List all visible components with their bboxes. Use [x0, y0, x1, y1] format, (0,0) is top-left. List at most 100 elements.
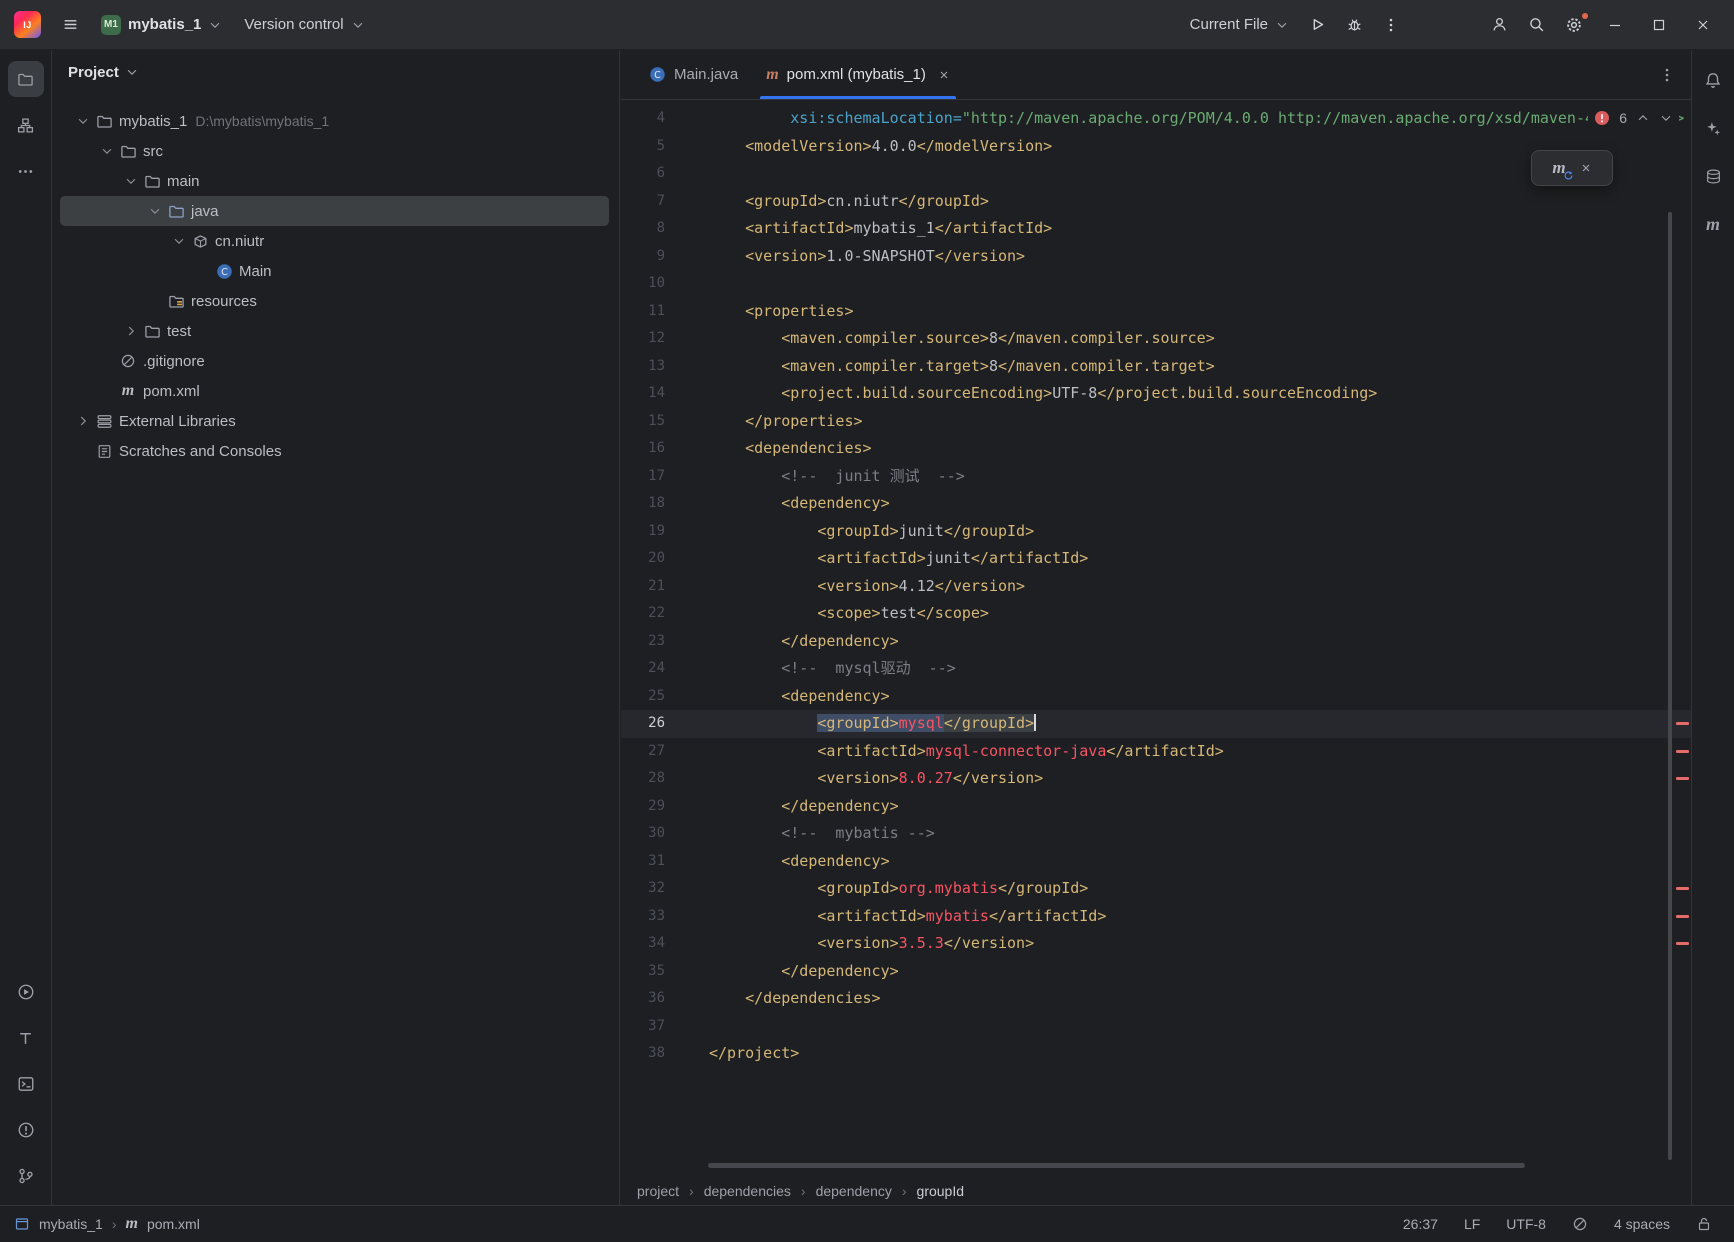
code-line-17[interactable]: 17 <!-- junit 测试 --> — [621, 463, 1691, 491]
next-error-icon[interactable] — [1659, 111, 1673, 125]
breadcrumb-project[interactable]: project — [637, 1183, 679, 1199]
code-with-me-icon[interactable] — [1482, 8, 1517, 42]
tree-item-mybatis-1[interactable]: mybatis_1D:\mybatis\mybatis_1 — [60, 106, 609, 136]
close-tab-icon[interactable] — [938, 69, 950, 81]
status-project[interactable]: mybatis_1 — [39, 1216, 103, 1232]
status-file[interactable]: pom.xml — [147, 1216, 200, 1232]
toolwindow-ai-assistant-button[interactable] — [1695, 106, 1731, 150]
chevron-right-icon[interactable] — [76, 414, 94, 428]
code-line-19[interactable]: 19 <groupId>junit</groupId> — [621, 518, 1691, 546]
tree-item-pom-xml[interactable]: mpom.xml — [60, 376, 609, 406]
code-line-31[interactable]: 31 <dependency> — [621, 848, 1691, 876]
tree-item-main[interactable]: main — [60, 166, 609, 196]
ide-logo-icon[interactable]: IJ — [14, 11, 41, 38]
tree-item-test[interactable]: test — [60, 316, 609, 346]
code-line-11[interactable]: 11 <properties> — [621, 298, 1691, 326]
tree-item-java[interactable]: java — [60, 196, 609, 226]
breadcrumb-groupid[interactable]: groupId — [917, 1183, 964, 1199]
code-line-32[interactable]: 32 <groupId>org.mybatis</groupId> — [621, 875, 1691, 903]
code-line-20[interactable]: 20 <artifactId>junit</artifactId> — [621, 545, 1691, 573]
error-stripe-mark[interactable] — [1676, 887, 1689, 890]
code-line-16[interactable]: 16 <dependencies> — [621, 435, 1691, 463]
code-line-25[interactable]: 25 <dependency> — [621, 683, 1691, 711]
chevron-down-icon[interactable] — [172, 234, 190, 248]
run-configuration-selector[interactable]: Current File — [1181, 8, 1298, 42]
close-button[interactable] — [1682, 0, 1724, 50]
project-panel-header[interactable]: Project — [52, 50, 619, 94]
code-line-21[interactable]: 21 <version>4.12</version> — [621, 573, 1691, 601]
code-line-26[interactable]: 26 <groupId>mysql</groupId> — [621, 710, 1691, 738]
code-line-9[interactable]: 9 <version>1.0-SNAPSHOT</version> — [621, 243, 1691, 271]
main-menu-icon[interactable] — [53, 8, 88, 42]
toolwindow-project-button[interactable] — [8, 61, 44, 97]
run-button[interactable] — [1300, 8, 1335, 42]
code-editor[interactable]: 4 xsi:schemaLocation="http://maven.apach… — [621, 100, 1691, 1176]
code-line-38[interactable]: 38</project> — [621, 1040, 1691, 1068]
file-encoding[interactable]: UTF-8 — [1506, 1216, 1546, 1232]
chevron-right-icon[interactable] — [124, 324, 142, 338]
tree-item-external-libraries[interactable]: External Libraries — [60, 406, 609, 436]
chevron-down-icon[interactable] — [148, 204, 166, 218]
code-line-8[interactable]: 8 <artifactId>mybatis_1</artifactId> — [621, 215, 1691, 243]
code-line-13[interactable]: 13 <maven.compiler.target>8</maven.compi… — [621, 353, 1691, 381]
code-line-12[interactable]: 12 <maven.compiler.source>8</maven.compi… — [621, 325, 1691, 353]
line-separator[interactable]: LF — [1464, 1216, 1480, 1232]
inspections-widget[interactable]: 6 — [1588, 105, 1679, 131]
code-line-28[interactable]: 28 <version>8.0.27</version> — [621, 765, 1691, 793]
breadcrumb-dependencies[interactable]: dependencies — [704, 1183, 791, 1199]
chevron-down-icon[interactable] — [100, 144, 118, 158]
tab-main-java[interactable]: CMain.java — [635, 50, 752, 99]
code-line-4[interactable]: 4 xsi:schemaLocation="http://maven.apach… — [621, 105, 1691, 133]
settings-gear-icon[interactable] — [1556, 8, 1592, 42]
code-line-24[interactable]: 24 <!-- mysql驱动 --> — [621, 655, 1691, 683]
maximize-button[interactable] — [1638, 0, 1680, 50]
toolwindow-structure-button[interactable] — [8, 107, 44, 143]
toolwindow-run-button[interactable] — [8, 974, 44, 1010]
toolwindow-problems-button[interactable] — [8, 1112, 44, 1148]
code-line-29[interactable]: 29 </dependency> — [621, 793, 1691, 821]
breadcrumb-dependency[interactable]: dependency — [816, 1183, 892, 1199]
code-line-34[interactable]: 34 <version>3.5.3</version> — [621, 930, 1691, 958]
code-line-14[interactable]: 14 <project.build.sourceEncoding>UTF-8</… — [621, 380, 1691, 408]
tree-item-gitignore[interactable]: .gitignore — [60, 346, 609, 376]
ai-status-icon[interactable] — [1572, 1216, 1588, 1232]
code-line-7[interactable]: 7 <groupId>cn.niutr</groupId> — [621, 188, 1691, 216]
code-line-18[interactable]: 18 <dependency> — [621, 490, 1691, 518]
toolwindow-notifications-button[interactable] — [1695, 58, 1731, 102]
maven-reload-icon[interactable]: m — [1552, 158, 1565, 178]
tree-item-cn-niutr[interactable]: cn.niutr — [60, 226, 609, 256]
previous-error-icon[interactable] — [1636, 111, 1650, 125]
toolwindow-services-button[interactable] — [8, 1020, 44, 1056]
project-selector[interactable]: M1 mybatis_1 — [92, 8, 231, 42]
code-line-33[interactable]: 33 <artifactId>mybatis</artifactId> — [621, 903, 1691, 931]
debug-button[interactable] — [1337, 8, 1372, 42]
code-line-37[interactable]: 37 — [621, 1013, 1691, 1041]
toolwindow-maven-button[interactable]: m — [1695, 202, 1731, 246]
chevron-down-icon[interactable] — [124, 174, 142, 188]
chevron-down-icon[interactable] — [76, 114, 94, 128]
editor-options-icon[interactable] — [1659, 67, 1691, 83]
indent-config[interactable]: 4 spaces — [1614, 1216, 1670, 1232]
toolwindow-version-control-button[interactable] — [8, 1158, 44, 1194]
error-stripe-mark[interactable] — [1676, 777, 1689, 780]
file-lock-icon[interactable] — [1696, 1216, 1712, 1232]
tab-pom-xml-mybatis-1[interactable]: mpom.xml (mybatis_1) — [752, 50, 964, 99]
code-line-23[interactable]: 23 </dependency> — [621, 628, 1691, 656]
tree-item-scratches-and-consoles[interactable]: Scratches and Consoles — [60, 436, 609, 466]
code-line-36[interactable]: 36 </dependencies> — [621, 985, 1691, 1013]
error-stripe-mark[interactable] — [1676, 750, 1689, 753]
error-stripe-mark[interactable] — [1676, 722, 1689, 725]
editor-horizontal-scrollbar[interactable] — [708, 1163, 1525, 1168]
tree-item-main[interactable]: CMain — [60, 256, 609, 286]
more-actions-icon[interactable] — [1374, 8, 1408, 42]
error-stripe-mark[interactable] — [1676, 942, 1689, 945]
maven-reload-popup[interactable]: m — [1531, 150, 1613, 186]
dismiss-popup-icon[interactable] — [1580, 162, 1592, 174]
vcs-widget[interactable]: Version control — [235, 8, 373, 42]
editor-vertical-scrollbar[interactable] — [1668, 212, 1672, 1160]
toolwindow-more-button[interactable] — [8, 153, 44, 189]
code-line-30[interactable]: 30 <!-- mybatis --> — [621, 820, 1691, 848]
toolwindow-terminal-button[interactable] — [8, 1066, 44, 1102]
tree-item-src[interactable]: src — [60, 136, 609, 166]
code-line-35[interactable]: 35 </dependency> — [621, 958, 1691, 986]
